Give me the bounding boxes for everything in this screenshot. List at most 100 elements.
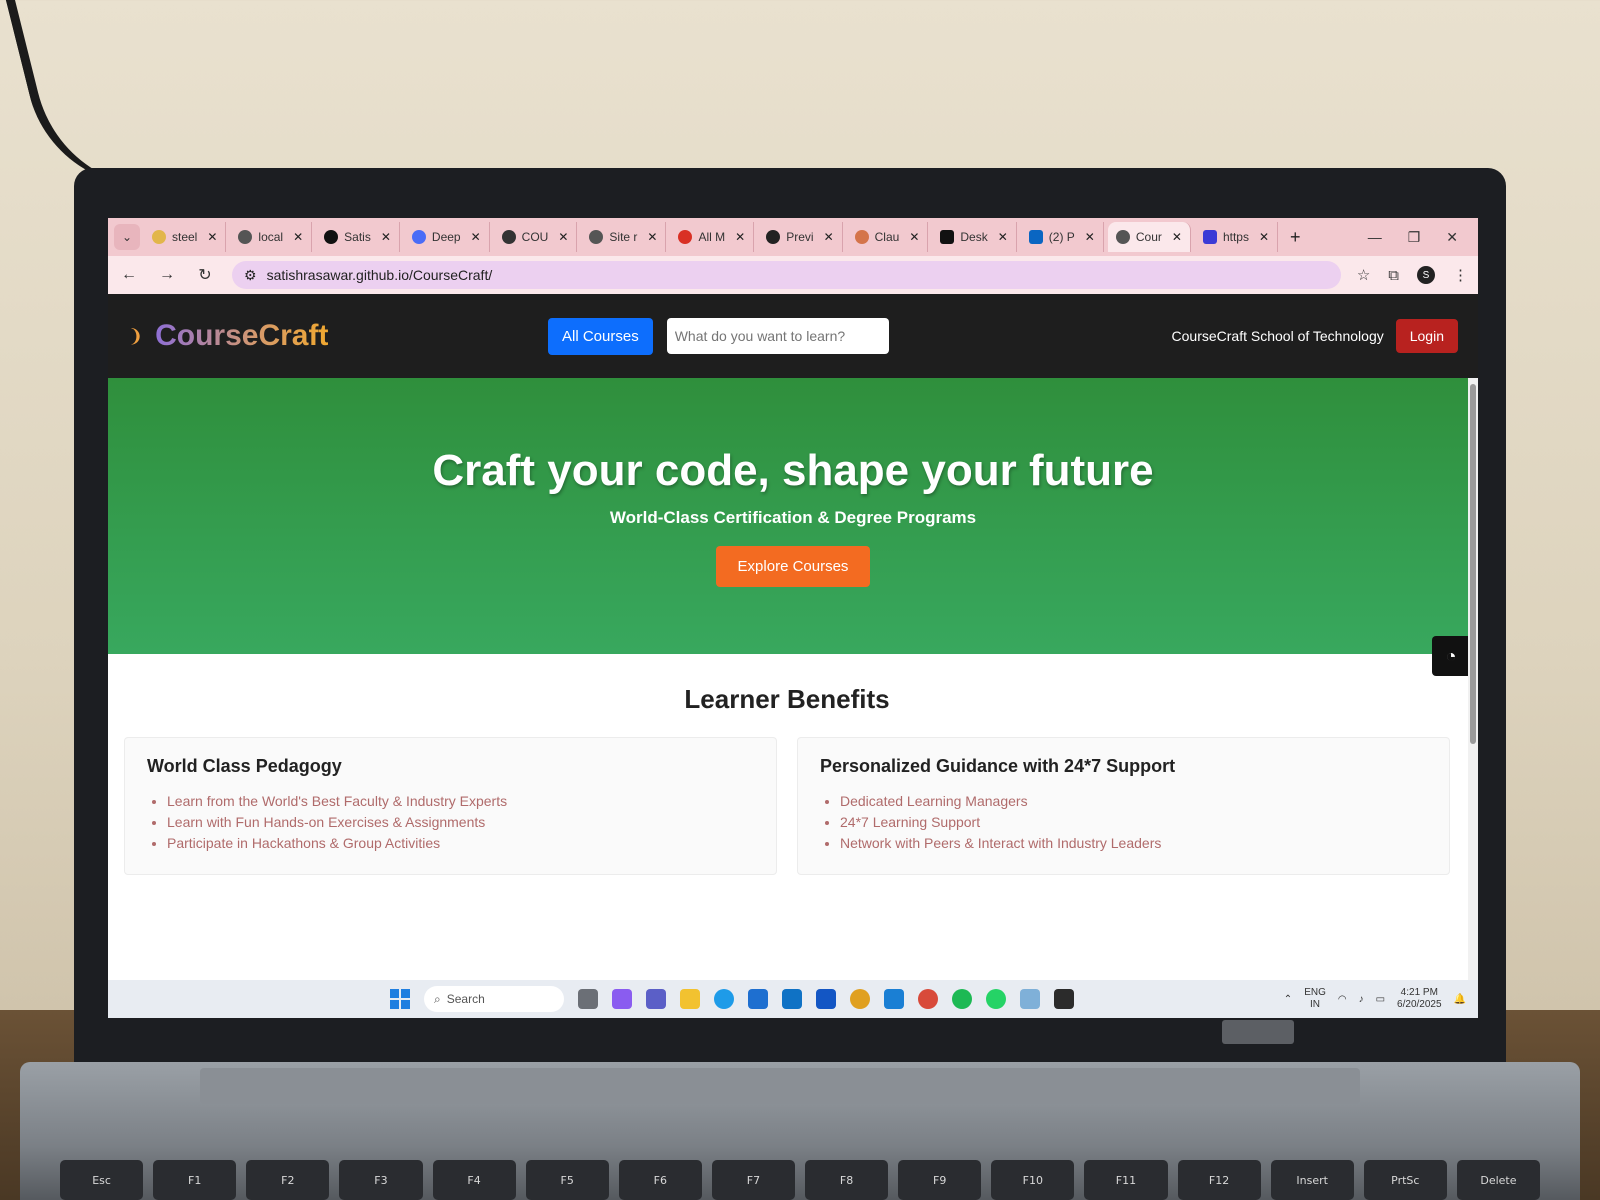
key-f4[interactable]: F4 xyxy=(432,1160,516,1200)
volume-icon[interactable]: ♪ xyxy=(1359,994,1364,1005)
browser-tab-active[interactable]: Cour ✕ xyxy=(1107,222,1191,252)
key-f1[interactable]: F1 xyxy=(153,1160,237,1200)
profile-avatar[interactable]: S xyxy=(1417,266,1435,284)
chrome-canary-icon[interactable] xyxy=(918,989,938,1009)
login-button[interactable]: Login xyxy=(1395,319,1458,353)
explore-courses-button[interactable]: Explore Courses xyxy=(715,545,871,587)
close-icon[interactable]: ✕ xyxy=(735,230,745,244)
taskbar-apps: ⌕ Search xyxy=(390,986,1074,1012)
extensions-icon[interactable]: ⧉ xyxy=(1388,267,1399,284)
close-icon[interactable]: ✕ xyxy=(207,230,217,244)
taskbar-search[interactable]: ⌕ Search xyxy=(424,986,564,1012)
file-explorer-icon[interactable] xyxy=(680,989,700,1009)
back-icon[interactable]: ← xyxy=(118,266,140,284)
chrome-icon[interactable] xyxy=(850,989,870,1009)
globe-icon xyxy=(238,230,253,244)
close-icon[interactable]: ✕ xyxy=(909,230,919,244)
outlook-icon[interactable] xyxy=(782,989,802,1009)
browser-tab[interactable]: https ✕ xyxy=(1195,222,1279,252)
notification-bell-icon[interactable]: 🔔 xyxy=(1454,994,1466,1005)
scrollbar-thumb[interactable] xyxy=(1470,384,1476,744)
browser-tab[interactable]: All M ✕ xyxy=(670,222,755,252)
browser-tab[interactable]: Satis ✕ xyxy=(316,222,400,252)
key-f10[interactable]: F10 xyxy=(991,1160,1075,1200)
browser-tab[interactable]: COU ✕ xyxy=(494,222,578,252)
claude-icon xyxy=(854,230,869,244)
close-icon[interactable]: ✕ xyxy=(647,230,657,244)
key-f8[interactable]: F8 xyxy=(805,1160,889,1200)
list-item: 24*7 Learning Support xyxy=(840,812,1427,833)
url-bar[interactable]: ⚙ satishrasawar.github.io/CourseCraft/ xyxy=(232,261,1341,289)
minimize-icon[interactable]: — xyxy=(1368,229,1382,246)
chat-help-icon[interactable]: ◔ xyxy=(1432,636,1470,676)
terminal-icon[interactable] xyxy=(1054,989,1074,1009)
key-f9[interactable]: F9 xyxy=(898,1160,982,1200)
chevron-up-icon[interactable]: ⌃ xyxy=(1284,994,1292,1005)
linkedin-app-icon[interactable] xyxy=(816,989,836,1009)
close-icon[interactable]: ✕ xyxy=(293,230,303,244)
course-search-input[interactable] xyxy=(666,318,889,354)
close-icon[interactable]: ✕ xyxy=(1085,230,1095,244)
close-icon[interactable]: ✕ xyxy=(824,230,834,244)
key-delete[interactable]: Delete xyxy=(1456,1160,1540,1200)
close-window-icon[interactable]: ✕ xyxy=(1446,229,1458,246)
window-controls: — ❐ ✕ xyxy=(1368,229,1472,246)
close-icon[interactable]: ✕ xyxy=(381,230,391,244)
close-icon[interactable]: ✕ xyxy=(1172,230,1182,244)
spotify-icon[interactable] xyxy=(952,989,972,1009)
key-f5[interactable]: F5 xyxy=(525,1160,609,1200)
vscode-icon[interactable] xyxy=(884,989,904,1009)
desktop-app-icon xyxy=(940,230,955,244)
close-icon[interactable]: ✕ xyxy=(1259,230,1269,244)
key-f7[interactable]: F7 xyxy=(711,1160,795,1200)
clock[interactable]: 4:21 PM 6/20/2025 xyxy=(1397,987,1442,1011)
key-prtsc[interactable]: PrtSc xyxy=(1363,1160,1447,1200)
browser-tab[interactable]: (2) P ✕ xyxy=(1021,222,1104,252)
github-icon xyxy=(324,230,339,244)
site-settings-icon[interactable]: ⚙ xyxy=(244,267,257,284)
store-icon[interactable] xyxy=(748,989,768,1009)
battery-icon[interactable]: ▭ xyxy=(1376,994,1385,1005)
close-icon[interactable]: ✕ xyxy=(998,230,1008,244)
page-scrollbar[interactable] xyxy=(1468,378,1478,980)
close-icon[interactable]: ✕ xyxy=(471,230,481,244)
teams-icon[interactable] xyxy=(646,989,666,1009)
browser-tab[interactable]: Clau ✕ xyxy=(847,222,929,252)
browser-tab[interactable]: Deep ✕ xyxy=(404,222,490,252)
tab-label: Previ xyxy=(786,230,814,244)
photos-icon[interactable] xyxy=(1020,989,1040,1009)
key-insert[interactable]: Insert xyxy=(1270,1160,1354,1200)
tab-search-button[interactable]: ⌄ xyxy=(114,224,140,250)
reload-icon[interactable]: ↻ xyxy=(194,265,216,285)
browser-tab[interactable]: steel ✕ xyxy=(144,222,227,252)
browser-tab[interactable]: Previ ✕ xyxy=(758,222,843,252)
school-link[interactable]: CourseCraft School of Technology xyxy=(1172,328,1384,344)
language-indicator[interactable]: ENG IN xyxy=(1304,987,1326,1011)
key-f3[interactable]: F3 xyxy=(339,1160,423,1200)
whatsapp-icon[interactable] xyxy=(986,989,1006,1009)
key-esc[interactable]: Esc xyxy=(60,1160,144,1200)
browser-tab[interactable]: Desk ✕ xyxy=(932,222,1017,252)
region-code: IN xyxy=(1310,999,1321,1010)
new-tab-button[interactable]: + xyxy=(1282,227,1309,248)
key-f2[interactable]: F2 xyxy=(246,1160,330,1200)
close-icon[interactable]: ✕ xyxy=(558,230,568,244)
key-f12[interactable]: F12 xyxy=(1177,1160,1261,1200)
browser-tab[interactable]: Site r ✕ xyxy=(581,222,667,252)
system-tray: ⌃ ENG IN ◠ ♪ ▭ 4:21 PM 6/20/2025 🔔 xyxy=(1284,987,1466,1011)
bookmark-star-icon[interactable]: ☆ xyxy=(1357,266,1370,284)
key-f6[interactable]: F6 xyxy=(618,1160,702,1200)
browser-tab[interactable]: local ✕ xyxy=(230,222,313,252)
windows-start-icon[interactable] xyxy=(390,989,410,1009)
copilot-icon[interactable] xyxy=(612,989,632,1009)
menu-kebab-icon[interactable]: ⋮ xyxy=(1453,266,1468,284)
key-f11[interactable]: F11 xyxy=(1084,1160,1168,1200)
forward-icon[interactable]: → xyxy=(156,266,178,284)
all-courses-button[interactable]: All Courses xyxy=(548,317,653,355)
restore-icon[interactable]: ❐ xyxy=(1408,229,1421,246)
task-view-icon[interactable] xyxy=(578,989,598,1009)
edge-icon[interactable] xyxy=(714,989,734,1009)
wifi-icon[interactable]: ◠ xyxy=(1338,994,1347,1005)
site-logo[interactable]: ❩ CourseCraft xyxy=(128,319,548,353)
lang-code: ENG xyxy=(1304,987,1326,998)
